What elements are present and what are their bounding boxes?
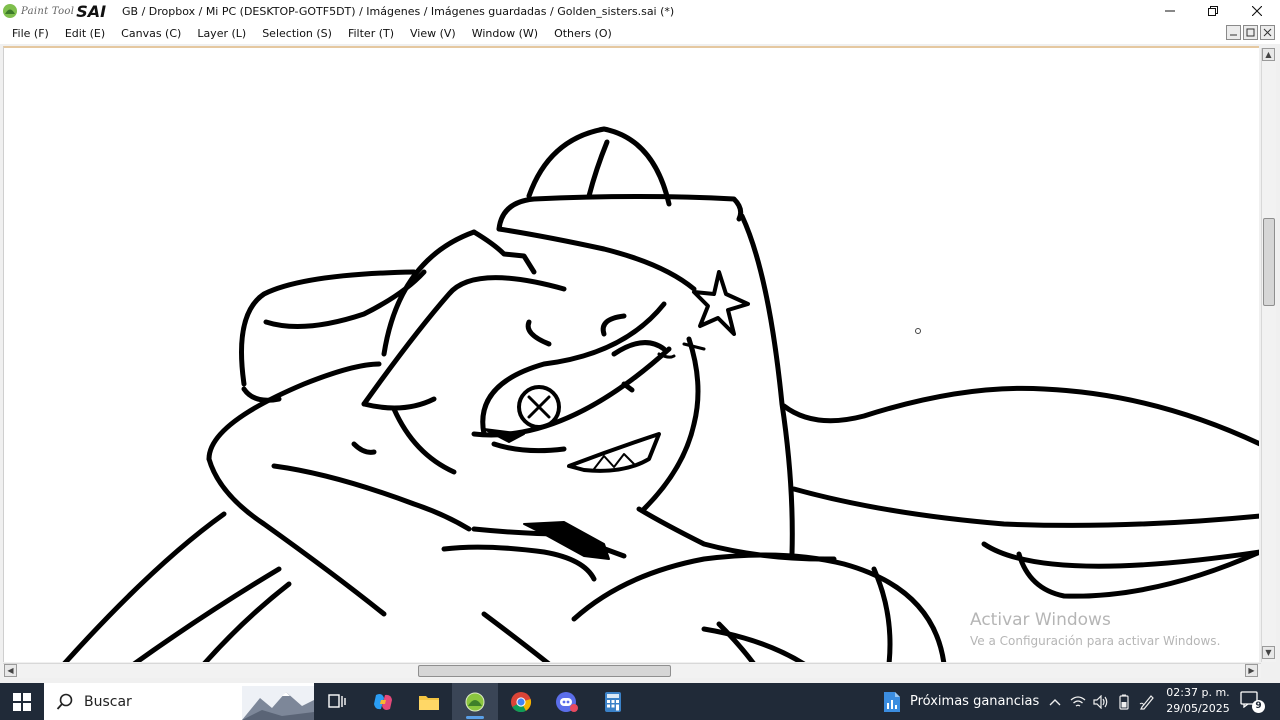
task-view-button[interactable] — [314, 683, 360, 720]
calculator-icon — [605, 691, 621, 712]
menu-file[interactable]: File (F) — [4, 27, 57, 40]
menu-layer[interactable]: Layer (L) — [189, 27, 254, 40]
menu-canvas[interactable]: Canvas (C) — [113, 27, 189, 40]
title-bar: Paint Tool SAI GB / Dropbox / Mi PC (DES… — [0, 0, 1280, 22]
pen-menu[interactable] — [1137, 683, 1157, 720]
copilot-icon — [374, 693, 392, 710]
drawing-canvas[interactable] — [3, 46, 1259, 662]
folder-icon — [419, 695, 439, 710]
paint-tool-sai-taskbar-button[interactable] — [452, 683, 498, 720]
file-explorer-button[interactable] — [406, 683, 452, 720]
app-logo: Paint Tool SAI — [0, 0, 118, 22]
horizontal-scroll-thumb[interactable] — [418, 665, 671, 677]
close-icon — [1263, 28, 1272, 37]
network-status[interactable] — [1068, 683, 1088, 720]
speaker-icon — [1093, 694, 1108, 709]
restore-icon — [1208, 6, 1218, 16]
lineart-drawing — [62, 126, 1259, 662]
close-button[interactable] — [1235, 0, 1279, 22]
close-icon — [1252, 6, 1262, 16]
system-tray — [1045, 683, 1157, 720]
sai-logo-icon — [3, 4, 17, 18]
notifications-button[interactable]: 9 — [1240, 690, 1265, 714]
paint-tool-sai-window: Paint Tool SAI GB / Dropbox / Mi PC (DES… — [0, 0, 1280, 720]
news-widget[interactable]: Próximas ganancias — [882, 683, 1039, 720]
canvas-area: ▲ ▼ ◀ ▶ — [0, 44, 1280, 684]
clock-time: 02:37 p. m. — [1166, 686, 1230, 699]
taskbar-search[interactable]: Buscar — [44, 683, 314, 720]
maximize-icon — [1246, 28, 1255, 37]
search-icon — [56, 693, 73, 710]
start-button[interactable] — [0, 683, 44, 720]
news-label: Próximas ganancias — [910, 694, 1040, 709]
battery-icon — [1119, 694, 1129, 710]
minimize-button[interactable] — [1148, 0, 1192, 22]
document-chart-icon — [884, 691, 900, 712]
menu-filter[interactable]: Filter (T) — [340, 27, 402, 40]
window-title: GB / Dropbox / Mi PC (DESKTOP-GOTF5DT) /… — [122, 4, 675, 18]
doc-minimize-button[interactable] — [1226, 25, 1241, 40]
chrome-button[interactable] — [498, 683, 544, 720]
minimize-icon — [1230, 34, 1237, 36]
chat-app-button[interactable] — [544, 683, 590, 720]
horizontal-scrollbar[interactable]: ◀ ▶ — [3, 663, 1261, 678]
doc-close-button[interactable] — [1260, 25, 1275, 40]
document-window-controls — [1226, 25, 1275, 40]
logo-script-text: Paint Tool — [21, 5, 75, 17]
chat-app-icon — [556, 691, 578, 712]
wifi-icon — [1070, 695, 1086, 707]
windows-logo-icon — [13, 692, 31, 711]
doc-maximize-button[interactable] — [1243, 25, 1258, 40]
search-highlight-image — [242, 686, 314, 720]
battery-status[interactable] — [1114, 683, 1134, 720]
search-placeholder: Buscar — [84, 693, 132, 710]
scroll-right-arrow-icon[interactable]: ▶ — [1245, 664, 1258, 677]
menu-bar: File (F) Edit (E) Canvas (C) Layer (L) S… — [0, 22, 1280, 44]
minimize-icon — [1165, 10, 1175, 12]
taskbar-clock[interactable]: 02:37 p. m. 29/05/2025 — [1162, 685, 1234, 717]
show-hidden-icons-button[interactable] — [1045, 683, 1065, 720]
restore-button[interactable] — [1191, 0, 1235, 22]
scroll-down-arrow-icon[interactable]: ▼ — [1262, 646, 1275, 659]
copilot-button[interactable] — [360, 683, 406, 720]
chrome-icon — [511, 691, 532, 712]
vertical-scrollbar[interactable]: ▲ ▼ — [1261, 48, 1276, 662]
notification-count-badge: 9 — [1252, 700, 1265, 713]
chevron-up-icon — [1049, 698, 1061, 705]
task-view-icon — [328, 693, 346, 708]
logo-name-text: SAI — [76, 1, 107, 21]
vertical-scroll-thumb[interactable] — [1263, 218, 1275, 306]
scroll-up-arrow-icon[interactable]: ▲ — [1262, 48, 1275, 61]
sai-app-icon — [465, 692, 485, 711]
calculator-button[interactable] — [590, 683, 636, 720]
menu-window[interactable]: Window (W) — [464, 27, 546, 40]
menu-selection[interactable]: Selection (S) — [254, 27, 340, 40]
menu-view[interactable]: View (V) — [402, 27, 464, 40]
scroll-left-arrow-icon[interactable]: ◀ — [4, 664, 17, 677]
clock-date: 29/05/2025 — [1166, 702, 1230, 715]
menu-others[interactable]: Others (O) — [546, 27, 620, 40]
pen-icon — [1139, 694, 1154, 710]
volume-control[interactable] — [1091, 683, 1111, 720]
menu-edit[interactable]: Edit (E) — [57, 27, 113, 40]
